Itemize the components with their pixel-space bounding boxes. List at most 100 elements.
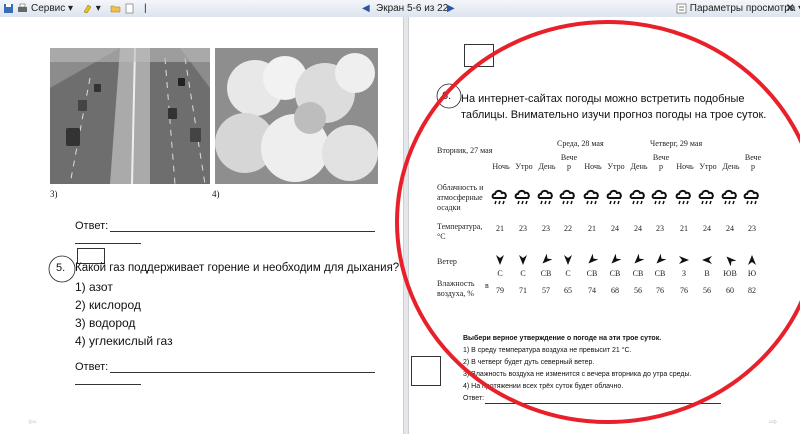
humidity-value: 60 <box>726 286 734 295</box>
humidity-value: 68 <box>611 286 619 295</box>
wind-arrow-icon <box>540 253 553 265</box>
day-header-wednesday: Среда, 28 мая <box>557 139 604 148</box>
answer-line-1[interactable] <box>110 231 375 232</box>
day-header-tuesday: Вторник, 27 мая <box>437 146 493 155</box>
wind-direction-value: СВ <box>632 269 644 278</box>
period-header: Ночь <box>492 162 510 171</box>
q5-text: Какой газ поддерживает горение и необход… <box>75 262 400 274</box>
period-header: Ночь <box>584 162 602 171</box>
q5-option-1[interactable]: 1) азот <box>75 280 113 294</box>
wind-direction-value: С <box>565 269 571 278</box>
q5-option-2[interactable]: 2) кислород <box>75 298 141 312</box>
period-header: Вече р <box>652 153 670 171</box>
cloud-rain-icon <box>514 189 532 205</box>
wind-arrow-icon <box>678 253 690 265</box>
service-menu-label: Сервис <box>31 3 66 14</box>
toolbar-separator: | <box>144 3 147 14</box>
settings-icon <box>676 3 687 14</box>
humidity-value: 65 <box>564 286 572 295</box>
wind-arrow-icon <box>724 253 737 267</box>
period-header: День <box>722 162 740 171</box>
view-params-button[interactable]: Параметры просмотра ▾ <box>676 2 800 15</box>
reading-toolbar: Сервис ▾ ▾ | ◀ Экран 5-6 из 22 ▶ Парамет… <box>0 0 800 18</box>
cloud-rain-icon <box>675 189 693 205</box>
wind-direction-value: СВ <box>540 269 552 278</box>
temperature-value: 23 <box>748 224 756 233</box>
cloud-rain-icon <box>651 189 669 205</box>
humidity-value: 57 <box>542 286 550 295</box>
print-icon[interactable] <box>17 2 28 15</box>
photo-caption-3: 3) <box>50 189 58 199</box>
wind-arrow-icon <box>494 253 506 265</box>
temperature-value: 21 <box>680 224 688 233</box>
period-header: День <box>538 162 556 171</box>
temperature-value: 23 <box>542 224 550 233</box>
highway-photo <box>50 48 210 184</box>
cloud-rain-icon <box>606 189 624 205</box>
wind-arrow-icon <box>586 253 599 265</box>
answer-line-1b[interactable] <box>75 243 141 244</box>
wind-arrow-icon <box>746 253 758 265</box>
wind-direction-value: В <box>704 269 710 278</box>
wind-arrow-icon <box>701 253 713 265</box>
cloud-rain-icon <box>559 189 577 205</box>
temperature-value: 24 <box>611 224 619 233</box>
wind-direction-value: ЮВ <box>723 269 737 278</box>
cloud-rain-icon <box>743 189 761 205</box>
humidity-value: 79 <box>496 286 504 295</box>
left-page: 3) 4) Ответ: 5. Какой газ поддерживает г… <box>0 17 404 434</box>
cloud-rain-icon <box>491 189 509 205</box>
task-option-1[interactable]: 1) В среду температура воздуха не превыс… <box>463 347 632 354</box>
task-answer-line[interactable] <box>485 403 721 404</box>
score-box-bottom[interactable] <box>411 356 441 386</box>
folder-icon[interactable] <box>110 2 121 15</box>
next-screen-icon[interactable]: ▶ <box>447 2 455 15</box>
task-option-4[interactable]: 4) На протяжении всех трёх суток будет о… <box>463 383 623 390</box>
day-header-thursday: Четверг, 29 мая <box>650 139 703 148</box>
temperature-value: 24 <box>726 224 734 233</box>
row-label-wind: Ветер <box>437 257 457 266</box>
prev-screen-icon[interactable]: ◀ <box>362 2 370 15</box>
period-header: Вече р <box>560 153 578 171</box>
temperature-value: 21 <box>588 224 596 233</box>
page-back-icon[interactable]: ⇦ <box>28 417 36 428</box>
q6-number: 6. <box>442 90 452 102</box>
photo-caption-4: 4) <box>212 189 220 199</box>
humidity-marker: в <box>485 281 489 290</box>
close-icon[interactable]: ✕ <box>786 2 794 15</box>
clouds-photo <box>215 48 378 184</box>
answer-line-2[interactable] <box>110 372 375 373</box>
answer-line-2b[interactable] <box>75 384 141 385</box>
humidity-value: 71 <box>519 286 527 295</box>
q5-option-4[interactable]: 4) углекислый газ <box>75 334 173 348</box>
wind-arrow-icon <box>517 253 529 265</box>
humidity-value: 76 <box>680 286 688 295</box>
task-option-2[interactable]: 2) В четверг будет дуть северный ветер. <box>463 359 594 366</box>
wind-direction-value: СВ <box>609 269 621 278</box>
page-icon[interactable] <box>124 2 135 15</box>
wind-direction-value: СВ <box>654 269 666 278</box>
period-header: Утро <box>699 162 717 171</box>
temperature-value: 24 <box>703 224 711 233</box>
humidity-value: 76 <box>656 286 664 295</box>
cloud-rain-icon <box>583 189 601 205</box>
save-icon[interactable] <box>3 2 14 15</box>
wind-arrow-icon <box>609 253 622 265</box>
wind-arrow-icon <box>562 253 574 265</box>
page-forward-icon[interactable]: ⇨ <box>769 417 777 428</box>
q6-line-1: На интернет-сайтах погоды можно встретит… <box>461 93 745 105</box>
temperature-value: 21 <box>496 224 504 233</box>
service-menu[interactable]: Сервис ▾ <box>31 2 73 15</box>
row-label-temperature: Температура, °С <box>437 222 483 241</box>
cloud-rain-icon <box>537 189 555 205</box>
score-box-q6[interactable] <box>464 44 494 67</box>
temperature-value: 23 <box>656 224 664 233</box>
screen-indicator: Экран 5-6 из 22 <box>376 3 449 14</box>
cloud-rain-icon <box>721 189 739 205</box>
task-option-3[interactable]: 3) Влажность воздуха не изменится с вече… <box>463 371 691 378</box>
wind-direction-value: С <box>497 269 503 278</box>
right-page: 6. На интернет-сайтах погоды можно встре… <box>395 17 800 434</box>
q5-option-3[interactable]: 3) водород <box>75 316 135 330</box>
wind-direction-value: З <box>681 269 686 278</box>
highlight-icon[interactable]: ▾ <box>82 2 101 15</box>
